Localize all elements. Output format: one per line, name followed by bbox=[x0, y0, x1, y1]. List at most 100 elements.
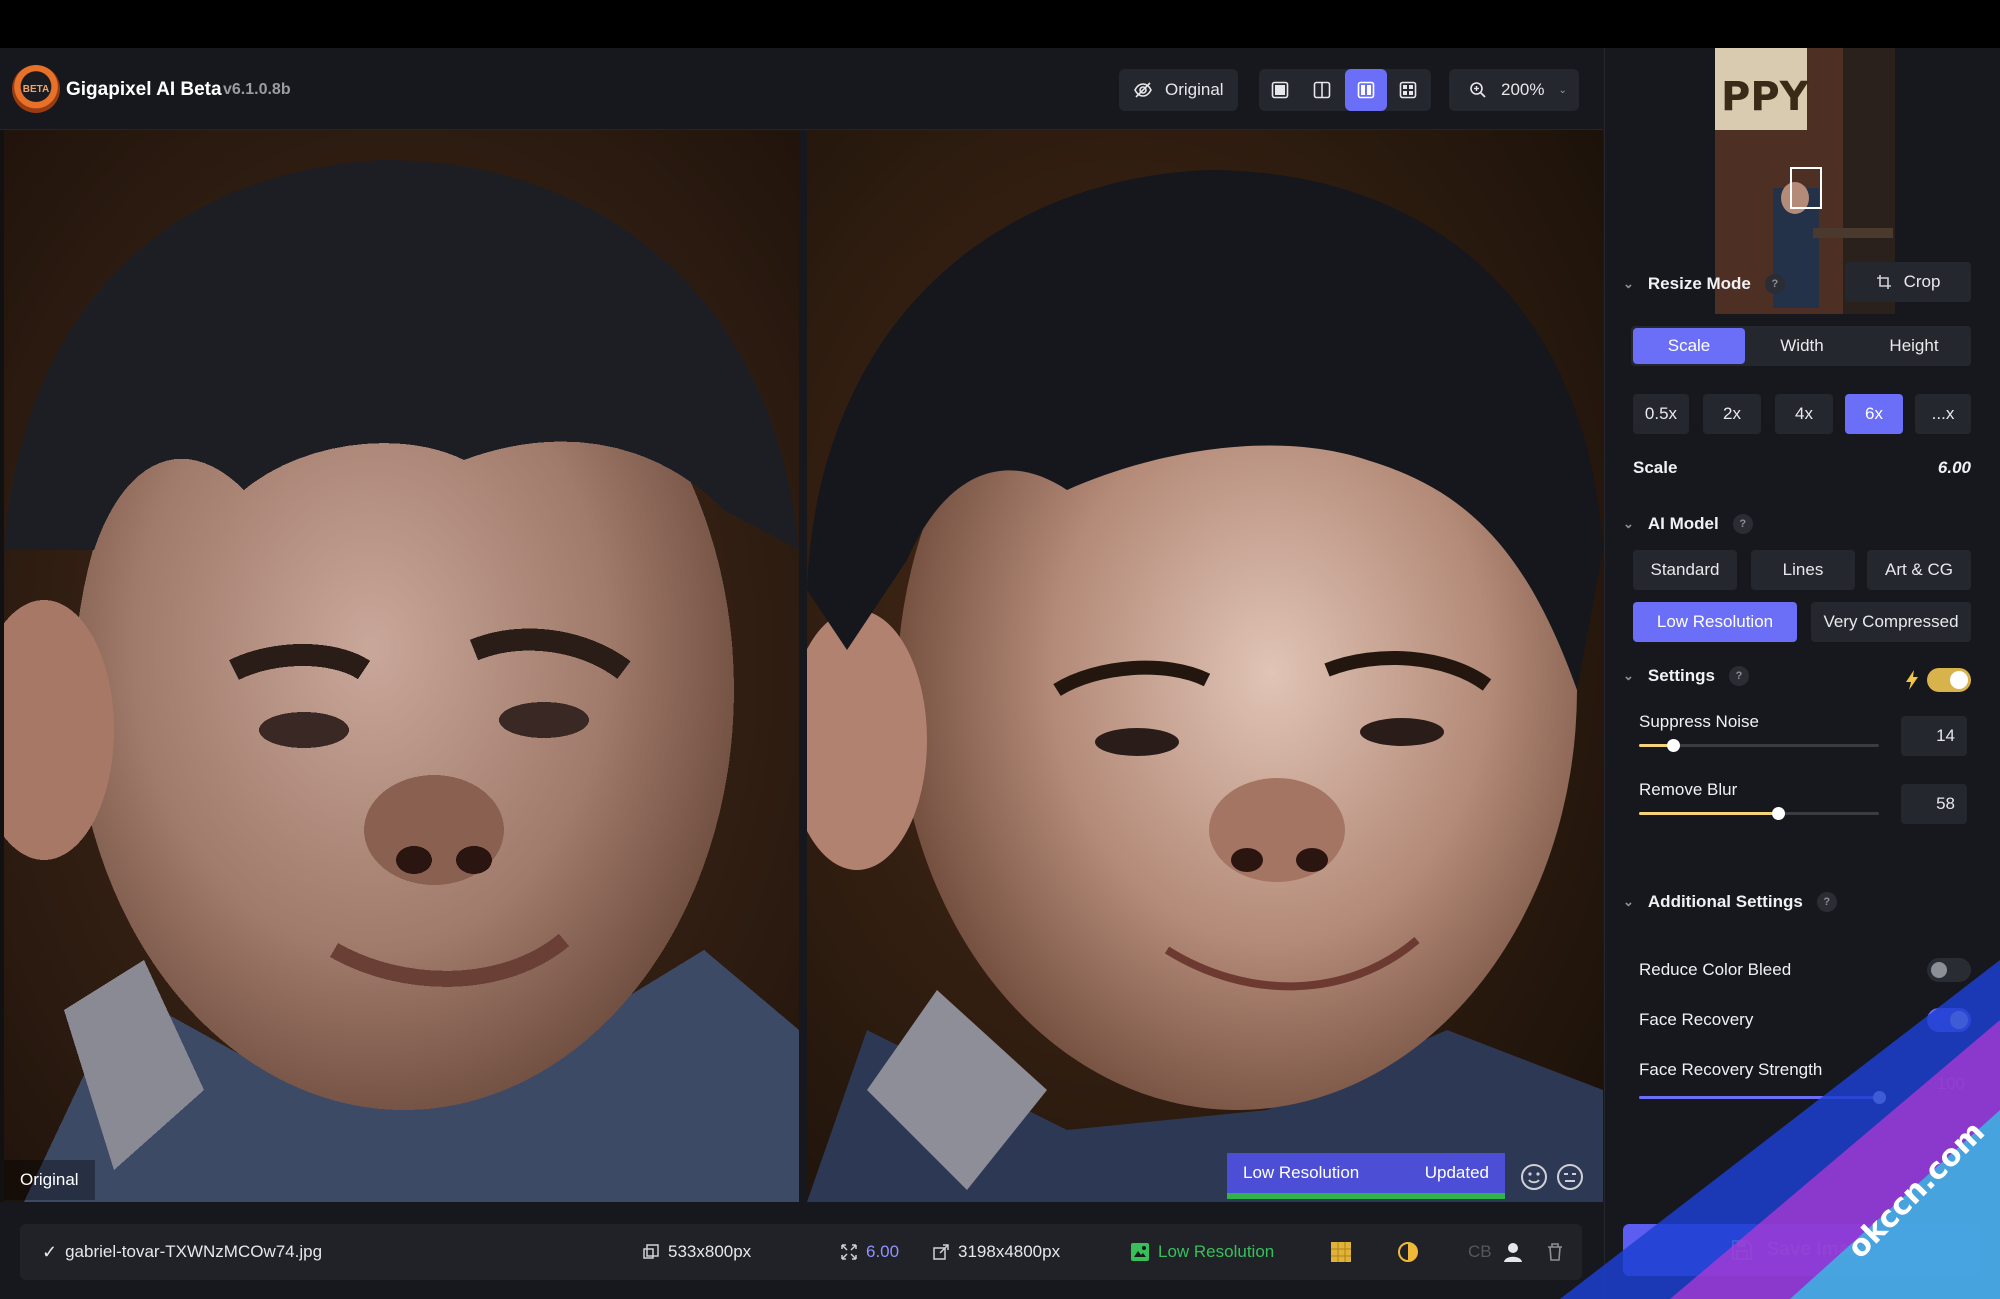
settings-header[interactable]: ⌄ Settings ? bbox=[1623, 666, 1749, 686]
scale-custom-button[interactable]: ...x bbox=[1915, 394, 1971, 434]
chevron-down-icon: ⌄ bbox=[1558, 84, 1567, 96]
model-low-resolution-button[interactable]: Low Resolution bbox=[1633, 602, 1797, 642]
file-item[interactable]: ✓ gabriel-tovar-TXWNzMCOw74.jpg bbox=[42, 1224, 322, 1280]
enhanced-image-pane[interactable] bbox=[807, 130, 1603, 1202]
single-view-button[interactable] bbox=[1259, 69, 1301, 111]
model-lines-button[interactable]: Lines bbox=[1751, 550, 1855, 590]
chevron-down-icon: ⌄ bbox=[1623, 276, 1634, 291]
sign-text: PPY bbox=[1721, 74, 1810, 120]
remove-blur-handle[interactable] bbox=[1772, 807, 1786, 820]
cb-toggle[interactable]: CB bbox=[1468, 1224, 1492, 1280]
show-original-button[interactable]: Original bbox=[1119, 69, 1238, 111]
app-title: Gigapixel AI Beta bbox=[66, 79, 222, 100]
model-art-cg-button[interactable]: Art & CG bbox=[1867, 550, 1971, 590]
side-by-side-view-icon bbox=[1357, 81, 1375, 99]
cb-label: CB bbox=[1468, 1242, 1492, 1261]
suppress-noise-slider[interactable] bbox=[1639, 739, 1879, 752]
help-icon[interactable]: ? bbox=[1764, 274, 1785, 294]
remove-blur-label: Remove Blur bbox=[1639, 780, 1738, 799]
app-version: v6.1.0.8b bbox=[223, 81, 291, 98]
resize-mode-header[interactable]: ⌄ Resize Mode ? bbox=[1623, 274, 1785, 294]
face-recovery-strength-handle[interactable] bbox=[1873, 1091, 1886, 1104]
person-icon bbox=[1504, 1243, 1522, 1262]
face-recovery-strength-slider[interactable] bbox=[1639, 1091, 1886, 1104]
crop-button[interactable]: Crop bbox=[1845, 262, 1971, 302]
scale-0-5x-button[interactable]: 0.5x bbox=[1633, 394, 1689, 434]
scale-2x-button[interactable]: 2x bbox=[1703, 394, 1761, 434]
chevron-down-icon: ⌄ bbox=[1623, 668, 1634, 683]
model-standard-button[interactable]: Standard bbox=[1633, 550, 1737, 590]
app-window: BETA Gigapixel AI Beta v6.1.0.8b Origina… bbox=[0, 48, 2000, 1299]
save-icon bbox=[1731, 1240, 1752, 1260]
save-image-label: Save Image bbox=[1766, 1239, 1872, 1260]
lightning-icon bbox=[1906, 670, 1918, 690]
logo-badge-text: BETA bbox=[22, 83, 50, 95]
checkmark-icon[interactable]: ✓ bbox=[42, 1242, 57, 1263]
original-image-pane[interactable]: Original bbox=[4, 130, 799, 1202]
chevron-down-icon: ⌄ bbox=[1623, 516, 1634, 531]
crop-label: Crop bbox=[1903, 272, 1941, 291]
smiley-face-icon[interactable] bbox=[1520, 1163, 1548, 1191]
grid-swatch-icon bbox=[1331, 1242, 1351, 1262]
help-icon[interactable]: ? bbox=[1816, 892, 1837, 912]
input-size-info: 533x800px bbox=[642, 1224, 751, 1280]
auto-settings-toggle[interactable] bbox=[1927, 668, 1971, 692]
tab-width[interactable]: Width bbox=[1747, 328, 1857, 364]
trash-icon bbox=[1548, 1243, 1562, 1261]
scale-input[interactable]: 6.00 bbox=[1911, 458, 1971, 478]
zoom-icon bbox=[1470, 82, 1486, 98]
help-icon[interactable]: ? bbox=[1732, 514, 1753, 534]
scale-6x-button[interactable]: 6x bbox=[1845, 394, 1903, 434]
crop-icon bbox=[1876, 275, 1891, 289]
image-viewer[interactable]: Original Low Resolution Updated bbox=[0, 130, 1603, 1202]
suppress-noise-label: Suppress Noise bbox=[1639, 712, 1760, 731]
scale-4x-button[interactable]: 4x bbox=[1775, 394, 1833, 434]
ai-model-title: AI Model bbox=[1647, 514, 1719, 533]
model-info: Low Resolution bbox=[1130, 1224, 1274, 1280]
help-icon[interactable]: ? bbox=[1728, 666, 1749, 686]
contrast-icon bbox=[1398, 1242, 1418, 1262]
compare-button[interactable] bbox=[1396, 1224, 1420, 1280]
side-by-side-view-button[interactable] bbox=[1345, 69, 1387, 111]
toggle-knob bbox=[1950, 671, 1968, 689]
quad-view-button[interactable] bbox=[1387, 69, 1429, 111]
face-recovery-toggle[interactable] bbox=[1927, 1008, 1971, 1032]
face-recovery-strength-label: Face Recovery Strength bbox=[1639, 1060, 1823, 1079]
face-recovery-indicator[interactable] bbox=[1502, 1224, 1524, 1280]
zoom-dropdown[interactable]: 200% ⌄ bbox=[1449, 69, 1579, 111]
ai-model-header[interactable]: ⌄ AI Model ? bbox=[1623, 514, 1753, 534]
settings-title: Settings bbox=[1647, 666, 1715, 685]
status-model-label: Low Resolution bbox=[1243, 1163, 1360, 1182]
reduce-color-bleed-toggle[interactable] bbox=[1927, 958, 1971, 982]
pane-divider[interactable] bbox=[799, 130, 807, 1202]
tab-height[interactable]: Height bbox=[1859, 328, 1969, 364]
additional-settings-header[interactable]: ⌄ Additional Settings ? bbox=[1623, 892, 1837, 912]
split-view-button[interactable] bbox=[1301, 69, 1343, 111]
remove-blur-input[interactable]: 58 bbox=[1901, 784, 1967, 824]
top-bar: BETA Gigapixel AI Beta v6.1.0.8b Origina… bbox=[0, 48, 1603, 130]
delete-button[interactable] bbox=[1546, 1224, 1564, 1280]
chevron-down-icon: ⌄ bbox=[1623, 894, 1634, 909]
neutral-face-icon[interactable] bbox=[1556, 1163, 1584, 1191]
model-very-compressed-button[interactable]: Very Compressed bbox=[1811, 602, 1971, 642]
quad-view-icon bbox=[1399, 81, 1417, 99]
remove-blur-slider[interactable] bbox=[1639, 807, 1879, 820]
image-size-icon bbox=[643, 1244, 659, 1259]
output-size-icon bbox=[933, 1244, 949, 1260]
color-swatch-button[interactable] bbox=[1330, 1224, 1352, 1280]
eye-off-icon bbox=[1134, 82, 1152, 98]
processing-status-bar: Low Resolution Updated bbox=[1227, 1153, 1505, 1199]
face-recovery-strength-value[interactable]: 100 bbox=[1905, 1074, 1965, 1094]
tab-scale[interactable]: Scale bbox=[1633, 328, 1745, 364]
face-recovery-label: Face Recovery bbox=[1639, 1010, 1754, 1029]
suppress-noise-handle[interactable] bbox=[1666, 739, 1680, 752]
output-size-info: 3198x4800px bbox=[932, 1224, 1060, 1280]
toggle-knob bbox=[1950, 1011, 1968, 1029]
save-image-button[interactable]: Save Image bbox=[1623, 1224, 1979, 1276]
suppress-noise-input[interactable]: 14 bbox=[1901, 716, 1967, 756]
toggle-knob bbox=[1931, 962, 1947, 978]
input-size: 533x800px bbox=[668, 1242, 752, 1261]
status-updated-label: Updated bbox=[1424, 1163, 1489, 1182]
original-overlay-label: Original bbox=[4, 1160, 95, 1200]
scale-value: 6.00 bbox=[866, 1242, 900, 1261]
